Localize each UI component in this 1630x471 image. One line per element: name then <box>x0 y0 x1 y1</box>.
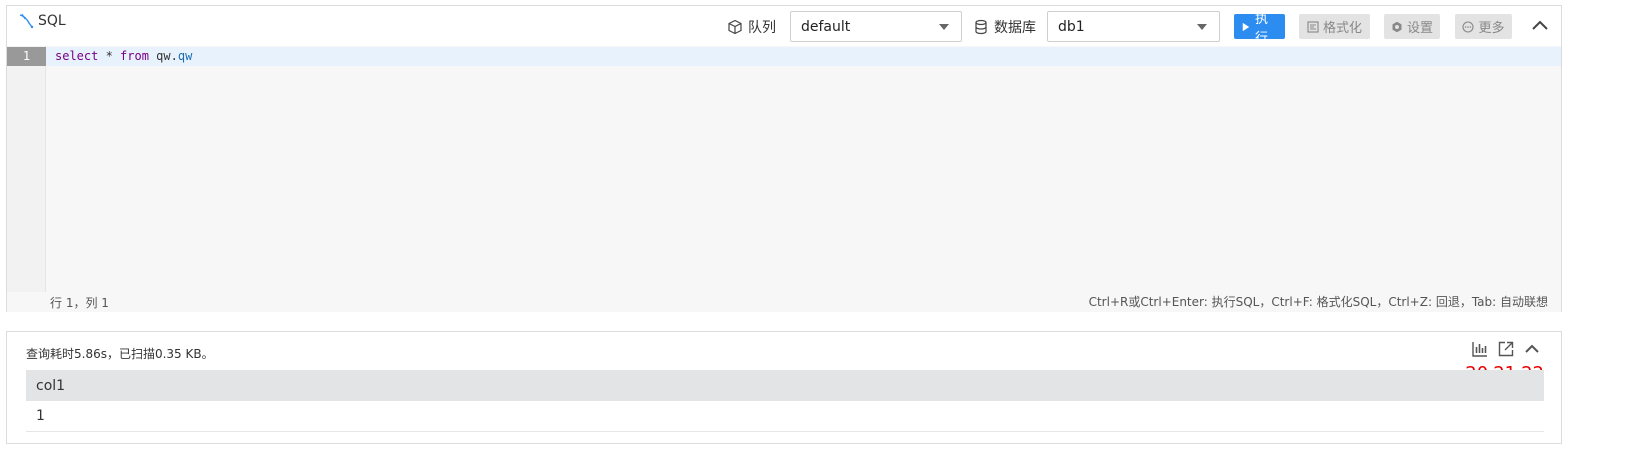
settings-button-label: 设置 <box>1406 21 1433 36</box>
queue-select[interactable]: default <box>790 11 962 42</box>
code-keyword-select: select <box>55 49 99 63</box>
code-editor[interactable]: 1 select * from qw.qw <box>7 46 1561 292</box>
run-button[interactable]: 执行 <box>1234 12 1285 46</box>
more-icon <box>1462 20 1475 33</box>
code-table-prefix: qw. <box>148 49 178 63</box>
code-keyword-from: from <box>120 49 149 63</box>
code-table-name: qw <box>177 49 193 63</box>
chart-icon[interactable] <box>1471 340 1489 358</box>
chevron-down-icon <box>1197 24 1207 30</box>
play-icon <box>1242 22 1250 31</box>
more-button[interactable]: 更多 <box>1455 14 1512 39</box>
format-icon <box>1307 20 1319 33</box>
database-label: 数据库 <box>973 17 1036 37</box>
sql-logo-text: SQL <box>38 13 66 29</box>
query-summary: 查询耗时5.86s，已扫描0.35 KB。 <box>26 347 214 361</box>
code-star: * <box>98 49 121 63</box>
run-button-label: 执行 <box>1255 11 1269 46</box>
database-label-text: 数据库 <box>994 20 1036 36</box>
queue-select-value: default <box>801 18 851 35</box>
sql-editor-panel: SQL 队列 default 数据库 db1 执行 格式化 设置 更多 1 se… <box>6 5 1562 312</box>
format-button-label: 格式化 <box>1322 21 1362 36</box>
table-header-cell: col1 <box>26 370 1544 401</box>
editor-toolbar: SQL 队列 default 数据库 db1 执行 格式化 设置 更多 <box>7 6 1561 46</box>
sql-logo: SQL <box>18 13 66 29</box>
cube-icon <box>728 19 742 35</box>
settings-button[interactable]: 设置 <box>1384 14 1440 39</box>
cursor-position: 行 1，列 1 <box>50 296 109 310</box>
chevron-down-icon <box>939 24 949 30</box>
result-actions <box>1471 340 1541 358</box>
database-select-value: db1 <box>1058 18 1085 35</box>
result-panel: 查询耗时5.86s，已扫描0.35 KB。 20 21 22 col1 1 <box>6 331 1562 444</box>
gear-icon <box>1392 21 1402 32</box>
queue-label-text: 队列 <box>748 20 776 36</box>
shortcut-hints: Ctrl+R或Ctrl+Enter: 执行SQL，Ctrl+F: 格式化SQL，… <box>1088 295 1548 309</box>
sql-logo-icon <box>19 13 34 29</box>
table-row: 1 <box>26 401 1544 432</box>
editor-status-bar: 行 1，列 1 Ctrl+R或Ctrl+Enter: 执行SQL，Ctrl+F:… <box>7 292 1561 312</box>
line-number: 1 <box>7 47 46 66</box>
database-icon <box>975 19 987 35</box>
chevron-up-icon[interactable] <box>1531 18 1549 32</box>
active-line-highlight <box>46 47 1561 66</box>
line-gutter <box>7 46 46 292</box>
table-cell: 1 <box>36 408 45 424</box>
code-line: select * from qw.qw <box>55 47 192 66</box>
format-button[interactable]: 格式化 <box>1299 14 1370 39</box>
more-button-label: 更多 <box>1478 21 1505 36</box>
result-table: col1 1 <box>26 370 1544 432</box>
chevron-up-icon[interactable] <box>1523 340 1541 358</box>
queue-label: 队列 <box>727 17 776 37</box>
export-icon[interactable] <box>1497 340 1515 358</box>
database-select[interactable]: db1 <box>1047 11 1220 42</box>
